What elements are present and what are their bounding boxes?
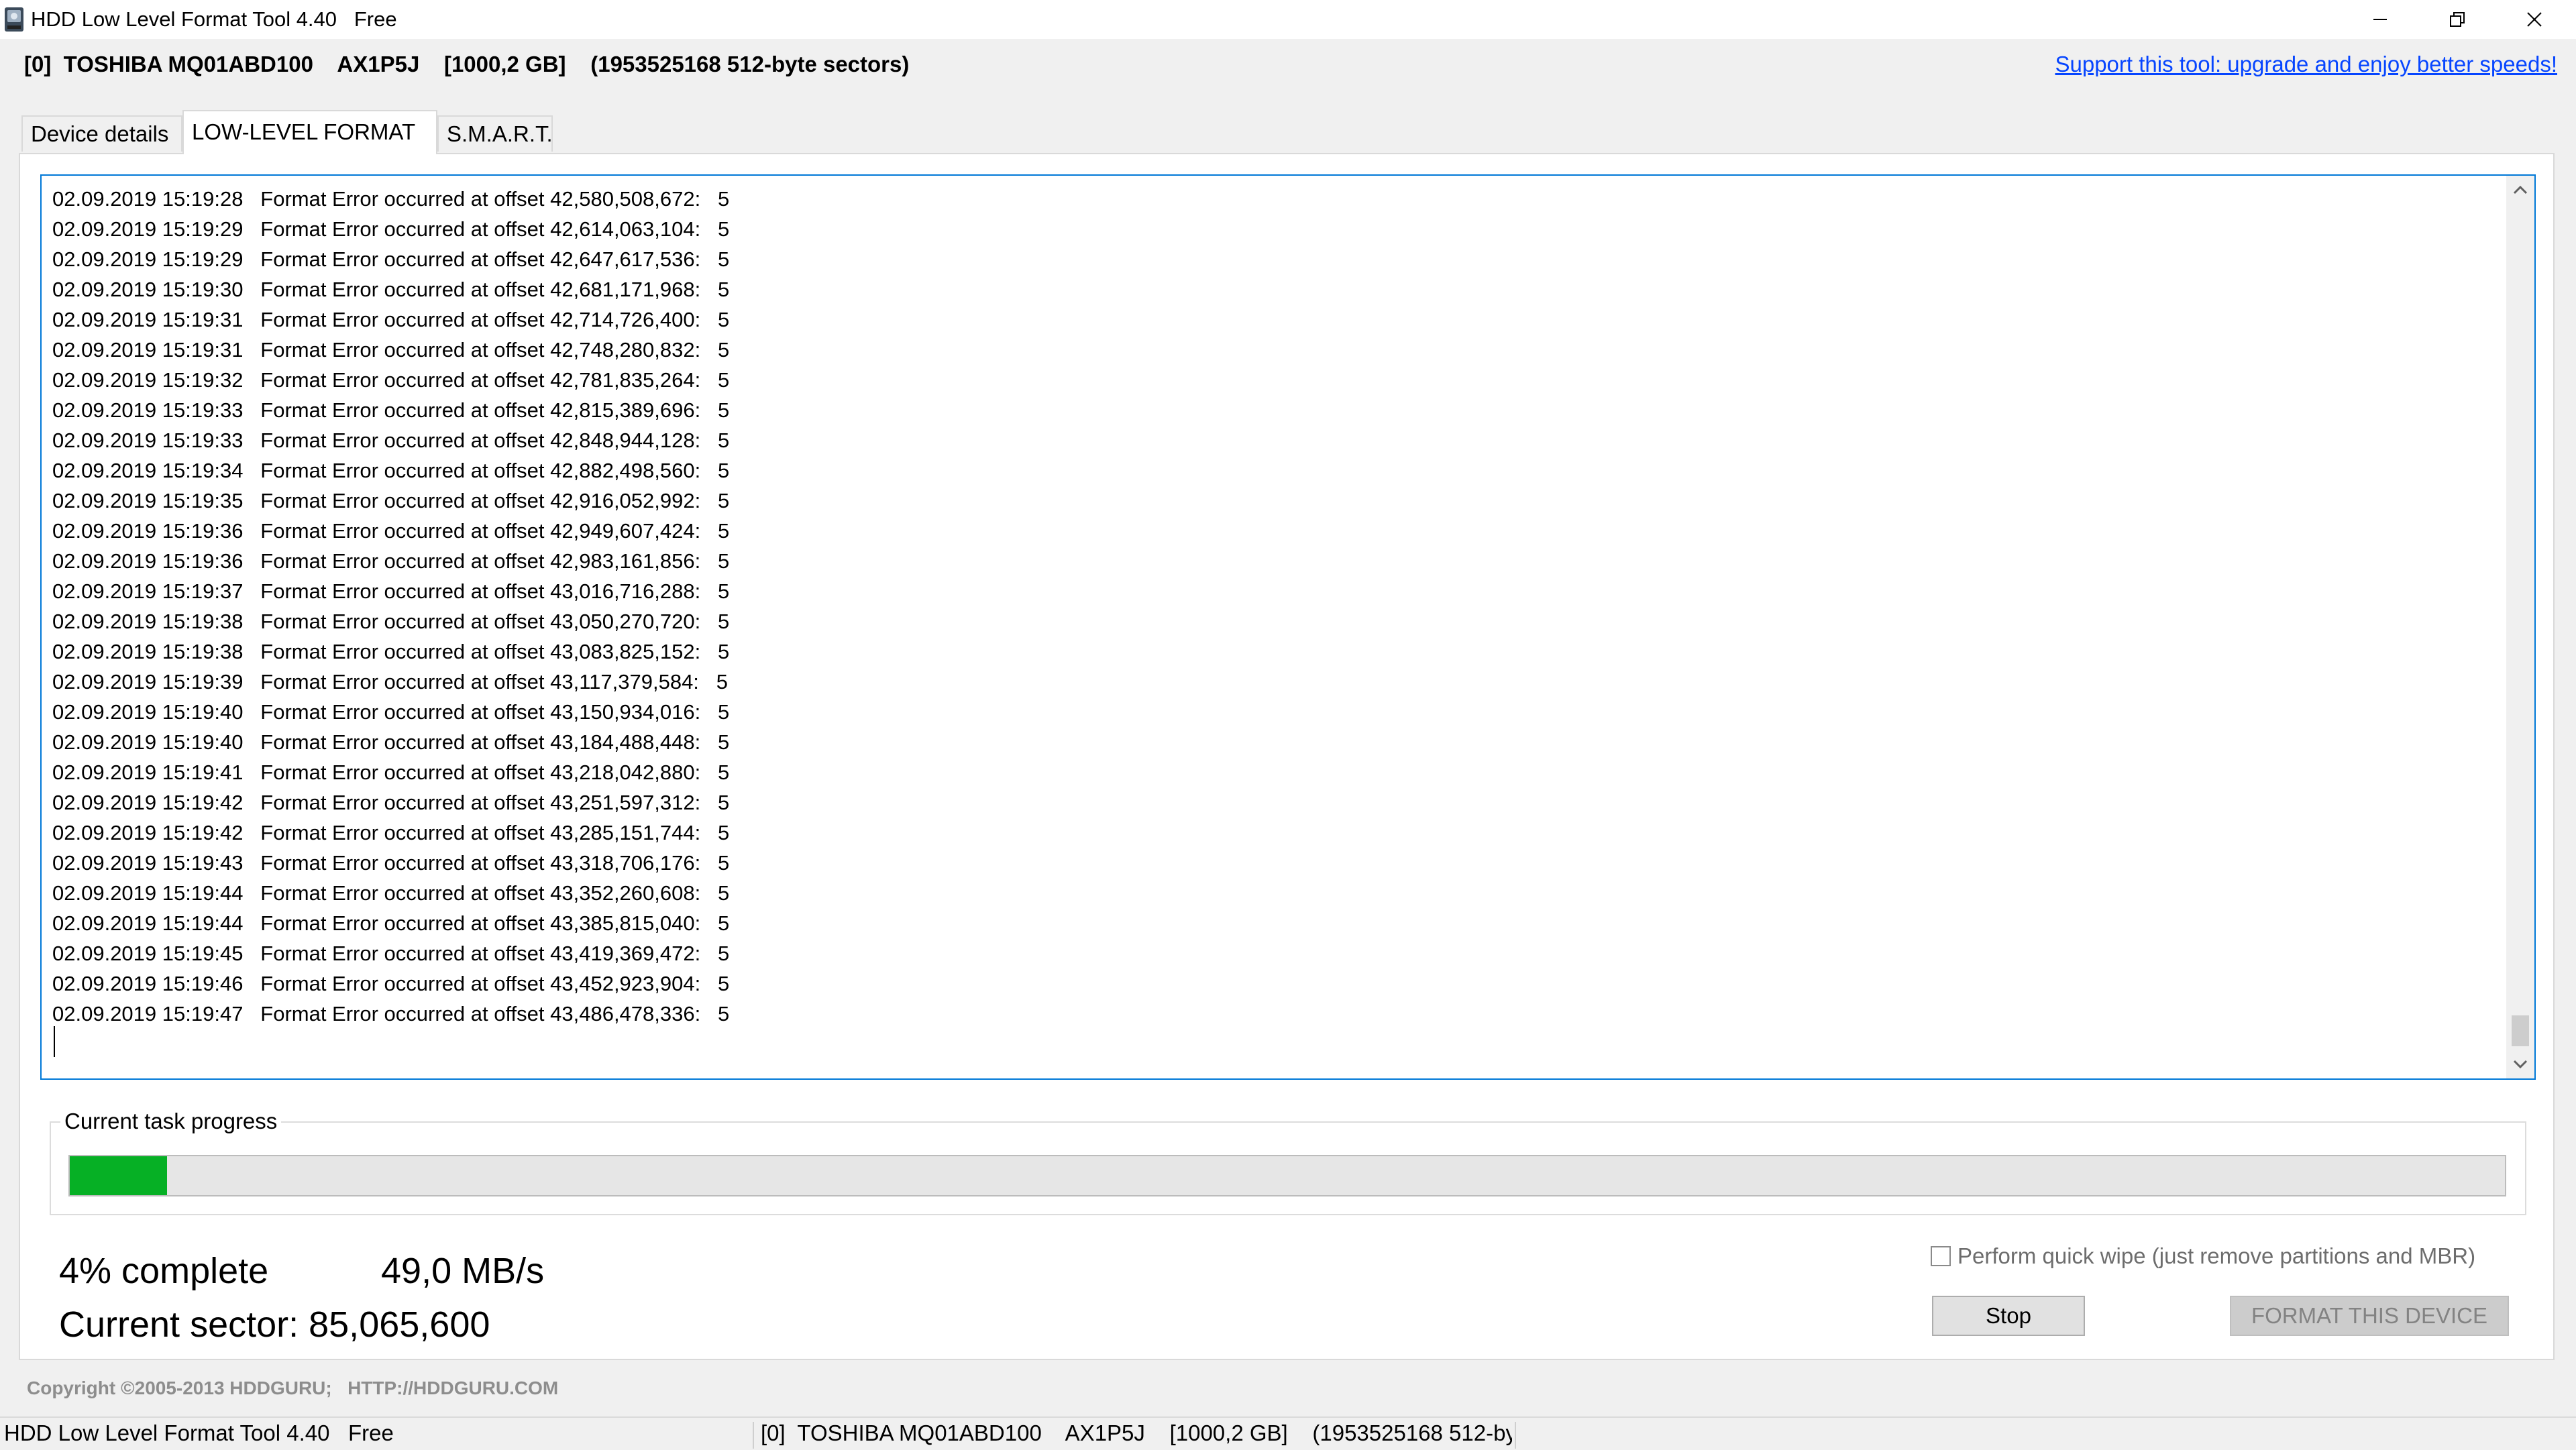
status-device: [0] TOSHIBA MQ01ABD100 AX1P5J [1000,2 GB… <box>761 1420 1512 1445</box>
log-line: 02.09.2019 15:19:30 Format Error occurre… <box>52 278 730 301</box>
device-summary: [0] TOSHIBA MQ01ABD100 AX1P5J [1000,2 GB… <box>24 52 910 76</box>
current-sector: Current sector: 85,065,600 <box>59 1304 490 1345</box>
log-line: 02.09.2019 15:19:42 Format Error occurre… <box>52 791 730 814</box>
minimize-button[interactable] <box>2341 0 2418 39</box>
log-line: 02.09.2019 15:19:33 Format Error occurre… <box>52 429 730 452</box>
log-line: 02.09.2019 15:19:31 Format Error occurre… <box>52 308 730 331</box>
log-line: 02.09.2019 15:19:36 Format Error occurre… <box>52 519 730 543</box>
scroll-up-arrow-icon <box>2513 185 2528 194</box>
log-line: 02.09.2019 15:19:35 Format Error occurre… <box>52 489 730 512</box>
log-line: 02.09.2019 15:19:32 Format Error occurre… <box>52 368 730 392</box>
log-line: 02.09.2019 15:19:40 Format Error occurre… <box>52 700 730 724</box>
scroll-down-arrow-icon <box>2513 1060 2528 1069</box>
progress-fill <box>70 1156 168 1195</box>
tab-device-details[interactable]: Device details <box>21 115 182 152</box>
log-line: 02.09.2019 15:19:36 Format Error occurre… <box>52 549 730 573</box>
log-line: 02.09.2019 15:19:47 Format Error occurre… <box>52 1002 730 1025</box>
log-line: 02.09.2019 15:19:42 Format Error occurre… <box>52 821 730 844</box>
tab-smart[interactable]: S.M.A.R.T. <box>437 115 553 152</box>
quick-wipe-option[interactable]: Perform quick wipe (just remove partitio… <box>1931 1243 2475 1269</box>
log-line: 02.09.2019 15:19:29 Format Error occurre… <box>52 217 730 241</box>
log-line: 02.09.2019 15:19:45 Format Error occurre… <box>52 942 730 965</box>
progress-bar <box>68 1155 2506 1196</box>
stop-button[interactable]: Stop <box>1932 1296 2085 1336</box>
restore-icon <box>2449 12 2465 27</box>
scroll-thumb[interactable] <box>2512 1015 2529 1046</box>
copyright-text: Copyright ©2005-2013 HDDGURU; HTTP://HDD… <box>27 1378 559 1398</box>
log-line: 02.09.2019 15:19:33 Format Error occurre… <box>52 398 730 422</box>
scroll-up-button[interactable] <box>2506 176 2534 204</box>
log-line: 02.09.2019 15:19:39 Format Error occurre… <box>52 670 729 693</box>
log-line: 02.09.2019 15:19:34 Format Error occurre… <box>52 459 730 482</box>
tab-low-level-format[interactable]: LOW-LEVEL FORMAT <box>182 110 437 154</box>
format-device-button[interactable]: FORMAT THIS DEVICE <box>2230 1296 2509 1336</box>
log-textarea[interactable]: 02.09.2019 15:19:28 Format Error occurre… <box>40 174 2536 1080</box>
close-icon <box>2526 12 2542 27</box>
log-line: 02.09.2019 15:19:43 Format Error occurre… <box>52 851 730 875</box>
status-separator <box>753 1422 754 1449</box>
log-line: 02.09.2019 15:19:31 Format Error occurre… <box>52 338 730 361</box>
log-line: 02.09.2019 15:19:41 Format Error occurre… <box>52 761 730 784</box>
hdd-app-icon <box>5 7 23 32</box>
log-line: 02.09.2019 15:19:38 Format Error occurre… <box>52 610 730 633</box>
quick-wipe-label: Perform quick wipe (just remove partitio… <box>1957 1243 2476 1268</box>
scroll-down-button[interactable] <box>2506 1050 2534 1078</box>
log-lines: 02.09.2019 15:19:28 Format Error occurre… <box>52 184 729 1029</box>
minimize-icon <box>2373 19 2387 20</box>
log-line: 02.09.2019 15:19:28 Format Error occurre… <box>52 187 730 211</box>
transfer-speed: 49,0 MB/s <box>381 1251 545 1291</box>
progress-legend: Current task progress <box>60 1108 282 1135</box>
support-link[interactable]: Support this tool: upgrade and enjoy bet… <box>2055 50 2557 79</box>
window-title: HDD Low Level Format Tool 4.40 Free <box>31 7 397 31</box>
close-button[interactable] <box>2496 0 2573 39</box>
percent-complete: 4% complete <box>59 1251 269 1291</box>
log-scrollbar[interactable] <box>2506 176 2534 1078</box>
quick-wipe-checkbox[interactable] <box>1931 1246 1951 1266</box>
log-line: 02.09.2019 15:19:44 Format Error occurre… <box>52 911 730 935</box>
status-bar: HDD Low Level Format Tool 4.40 Free [0] … <box>0 1416 2576 1450</box>
status-separator <box>1515 1422 1516 1449</box>
log-line: 02.09.2019 15:19:46 Format Error occurre… <box>52 972 730 995</box>
log-line: 02.09.2019 15:19:38 Format Error occurre… <box>52 640 730 663</box>
title-bar: HDD Low Level Format Tool 4.40 Free <box>0 0 2576 39</box>
log-line: 02.09.2019 15:19:40 Format Error occurre… <box>52 730 730 754</box>
restore-button[interactable] <box>2418 0 2496 39</box>
log-line: 02.09.2019 15:19:37 Format Error occurre… <box>52 579 730 603</box>
log-line: 02.09.2019 15:19:29 Format Error occurre… <box>52 247 730 271</box>
log-line: 02.09.2019 15:19:44 Format Error occurre… <box>52 881 730 905</box>
text-caret <box>54 1026 55 1057</box>
status-app: HDD Low Level Format Tool 4.40 Free <box>4 1420 394 1445</box>
